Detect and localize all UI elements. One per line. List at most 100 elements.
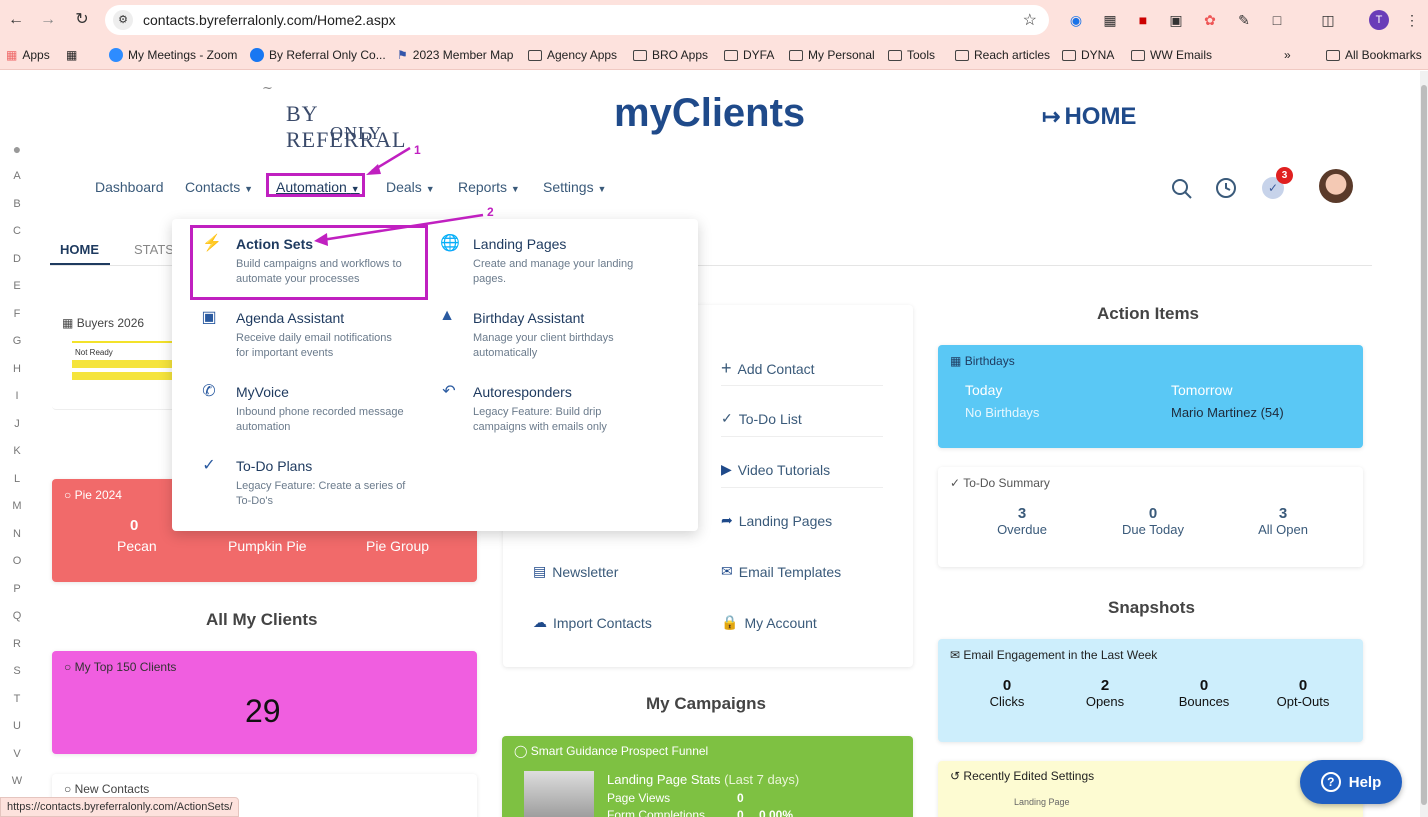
- alphabet-letter[interactable]: Q: [10, 610, 24, 622]
- pdf-icon[interactable]: ■: [1133, 10, 1153, 30]
- recent-item[interactable]: Landing Page: [1014, 797, 1070, 807]
- alphabet-letter[interactable]: D: [10, 253, 24, 265]
- bookmarks-overflow[interactable]: »: [1284, 47, 1291, 63]
- add-contact-link[interactable]: + Add Contact: [721, 358, 815, 379]
- alphabet-letter[interactable]: V: [10, 748, 24, 760]
- import-contacts-link[interactable]: ☁ Import Contacts: [533, 614, 652, 631]
- alphabet-letter[interactable]: W: [10, 775, 24, 787]
- buyers-card[interactable]: ▦ Buyers 2026 Not Ready: [52, 298, 192, 410]
- forward-icon[interactable]: →: [38, 10, 58, 30]
- birthday-assistant-link[interactable]: Birthday Assistant: [473, 310, 584, 326]
- top150-card[interactable]: ○ My Top 150 Clients 29: [52, 651, 477, 754]
- alphabet-letter[interactable]: O: [10, 555, 24, 567]
- all-bookmarks[interactable]: All Bookmarks: [1326, 47, 1422, 63]
- extension-icon[interactable]: ✿: [1200, 10, 1220, 30]
- reload-icon[interactable]: ↻: [72, 10, 92, 30]
- alphabet-letter[interactable]: B: [10, 198, 24, 210]
- campaign-card[interactable]: ◯ Smart Guidance Prospect Funnel Landing…: [502, 736, 913, 817]
- bookmark-folder[interactable]: WW Emails: [1131, 47, 1212, 63]
- help-button[interactable]: ? Help: [1300, 760, 1402, 804]
- url-text[interactable]: contacts.byreferralonly.com/Home2.aspx: [143, 12, 396, 28]
- alphabet-letter[interactable]: J: [10, 418, 24, 430]
- agenda-assistant-link[interactable]: Agenda Assistant: [236, 310, 344, 326]
- bookmark-apps[interactable]: ▦ Apps: [6, 47, 50, 63]
- step-2-label: 2: [487, 205, 494, 219]
- nav-dashboard[interactable]: Dashboard: [95, 179, 164, 195]
- history-icon[interactable]: [1213, 175, 1239, 201]
- bookmark-map[interactable]: ⚑ 2023 Member Map: [397, 47, 513, 63]
- alphabet-letter[interactable]: T: [10, 693, 24, 705]
- video-tutorials-link[interactable]: ▶ Video Tutorials: [721, 461, 830, 478]
- tab-stats[interactable]: STATS: [134, 242, 174, 257]
- bookmark-folder[interactable]: Agency Apps: [528, 47, 617, 63]
- profile-avatar[interactable]: T: [1369, 10, 1389, 30]
- person-icon: ○: [64, 488, 72, 502]
- extension-icon[interactable]: ▣: [1166, 10, 1186, 30]
- my-account-link[interactable]: 🔒 My Account: [721, 614, 817, 631]
- bookmark-folder[interactable]: Reach articles: [955, 47, 1050, 63]
- alphabet-letter[interactable]: U: [10, 720, 24, 732]
- nav-contacts[interactable]: Contacts ▼: [185, 179, 253, 195]
- alphabet-letter[interactable]: M: [10, 500, 24, 512]
- todo-all-open[interactable]: 3 All Open: [1243, 505, 1323, 537]
- bookmark-folder[interactable]: DYFA: [724, 47, 774, 63]
- alphabet-letter[interactable]: H: [10, 363, 24, 375]
- person-icon: ○: [64, 660, 72, 674]
- birthdays-card[interactable]: ▦ Birthdays Today No Birthdays Tomorrow …: [938, 345, 1363, 448]
- tab-search-icon[interactable]: ◫: [1318, 10, 1338, 30]
- alphabet-letter[interactable]: G: [10, 335, 24, 347]
- home-link[interactable]: ↦ HOME: [1042, 103, 1136, 131]
- extension-icon[interactable]: ◉: [1066, 10, 1086, 30]
- sign-in-icon: ↦: [1042, 104, 1061, 129]
- recent-settings-card[interactable]: ↺ Recently Edited Settings Landing Page: [938, 761, 1363, 817]
- nav-settings[interactable]: Settings ▼: [543, 179, 606, 195]
- star-icon[interactable]: ☆: [1023, 10, 1037, 30]
- alphabet-letter[interactable]: C: [10, 225, 24, 237]
- myvoice-link[interactable]: MyVoice: [236, 384, 289, 400]
- tab-home[interactable]: HOME: [60, 242, 99, 257]
- todo-summary-card[interactable]: ✓ To-Do Summary 3 Overdue 0 Due Today 3 All…: [938, 467, 1363, 567]
- alphabet-letter[interactable]: K: [10, 445, 24, 457]
- person-icon[interactable]: ●: [10, 141, 24, 157]
- bookmark-grid[interactable]: ▦: [66, 47, 77, 63]
- alphabet-letter[interactable]: I: [10, 390, 24, 402]
- site-info-icon[interactable]: ⚙: [113, 10, 133, 30]
- todo-overdue[interactable]: 3 Overdue: [982, 505, 1062, 537]
- address-bar[interactable]: ⚙ contacts.byreferralonly.com/Home2.aspx…: [105, 5, 1049, 35]
- alphabet-letter[interactable]: E: [10, 280, 24, 292]
- folder-icon: [888, 49, 902, 61]
- bookmark-facebook[interactable]: By Referral Only Co...: [250, 47, 386, 63]
- search-icon[interactable]: [1170, 177, 1194, 201]
- extension-icon[interactable]: ▦: [1100, 10, 1120, 30]
- newsletter-link[interactable]: ▤ Newsletter: [533, 563, 618, 580]
- tomorrow-value[interactable]: Mario Martinez (54): [1171, 405, 1284, 420]
- puzzle-icon[interactable]: □: [1267, 10, 1287, 30]
- alphabet-letter[interactable]: L: [10, 473, 24, 485]
- form-percent: 0.00%: [759, 808, 794, 817]
- back-icon[interactable]: ←: [6, 10, 26, 30]
- alphabet-letter[interactable]: S: [10, 665, 24, 677]
- bookmark-folder[interactable]: BRO Apps: [633, 47, 708, 63]
- alphabet-letter[interactable]: P: [10, 583, 24, 595]
- bookmark-folder[interactable]: My Personal: [789, 47, 875, 63]
- email-templates-link[interactable]: ✉ Email Templates: [721, 563, 841, 580]
- check-icon: ✓: [721, 410, 733, 426]
- landing-pages-link[interactable]: ➦ Landing Pages: [721, 512, 832, 529]
- bookmark-zoom[interactable]: My Meetings - Zoom: [109, 47, 237, 63]
- user-avatar[interactable]: [1319, 169, 1353, 203]
- todo-due-today[interactable]: 0 Due Today: [1113, 505, 1193, 537]
- more-menu-icon[interactable]: ⋮: [1402, 10, 1422, 30]
- email-engagement-card[interactable]: ✉ Email Engagement in the Last Week 0 Cli…: [938, 639, 1363, 742]
- folder-icon: [1131, 49, 1145, 61]
- pen-icon[interactable]: ✎: [1234, 10, 1254, 30]
- bookmark-folder[interactable]: DYNA: [1062, 47, 1114, 63]
- todo-list-link[interactable]: ✓ To-Do List: [721, 410, 802, 427]
- alphabet-letter[interactable]: A: [10, 170, 24, 182]
- alphabet-letter[interactable]: F: [10, 308, 24, 320]
- scrollbar-thumb[interactable]: [1421, 85, 1427, 805]
- todo-plans-link[interactable]: To-Do Plans: [236, 458, 312, 474]
- alphabet-letter[interactable]: N: [10, 528, 24, 540]
- autoresponders-link[interactable]: Autoresponders: [473, 384, 572, 400]
- alphabet-letter[interactable]: R: [10, 638, 24, 650]
- bookmark-folder[interactable]: Tools: [888, 47, 935, 63]
